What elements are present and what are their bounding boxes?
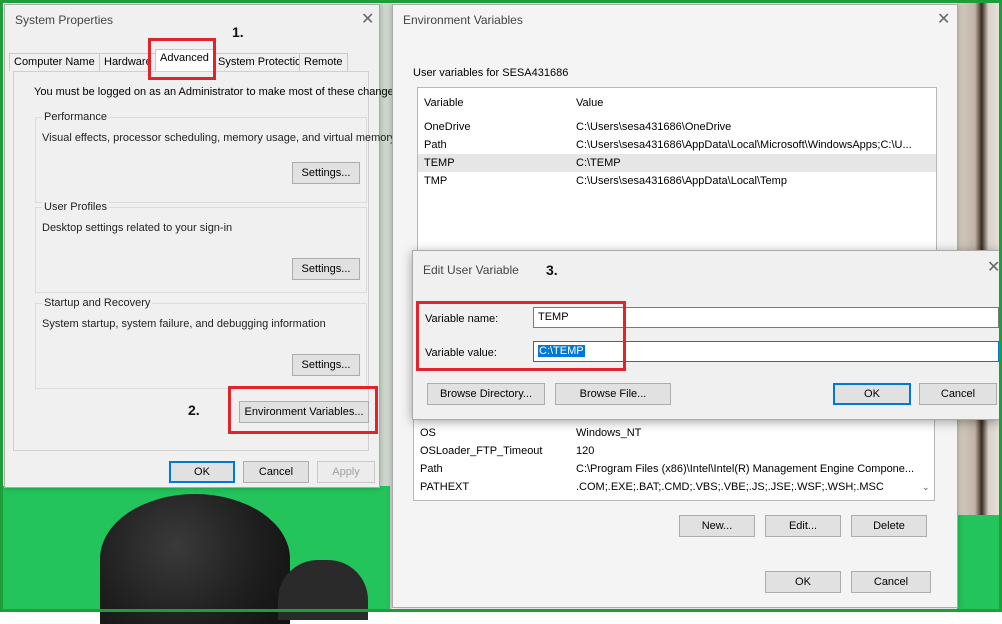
screenshot-border — [0, 0, 1002, 612]
